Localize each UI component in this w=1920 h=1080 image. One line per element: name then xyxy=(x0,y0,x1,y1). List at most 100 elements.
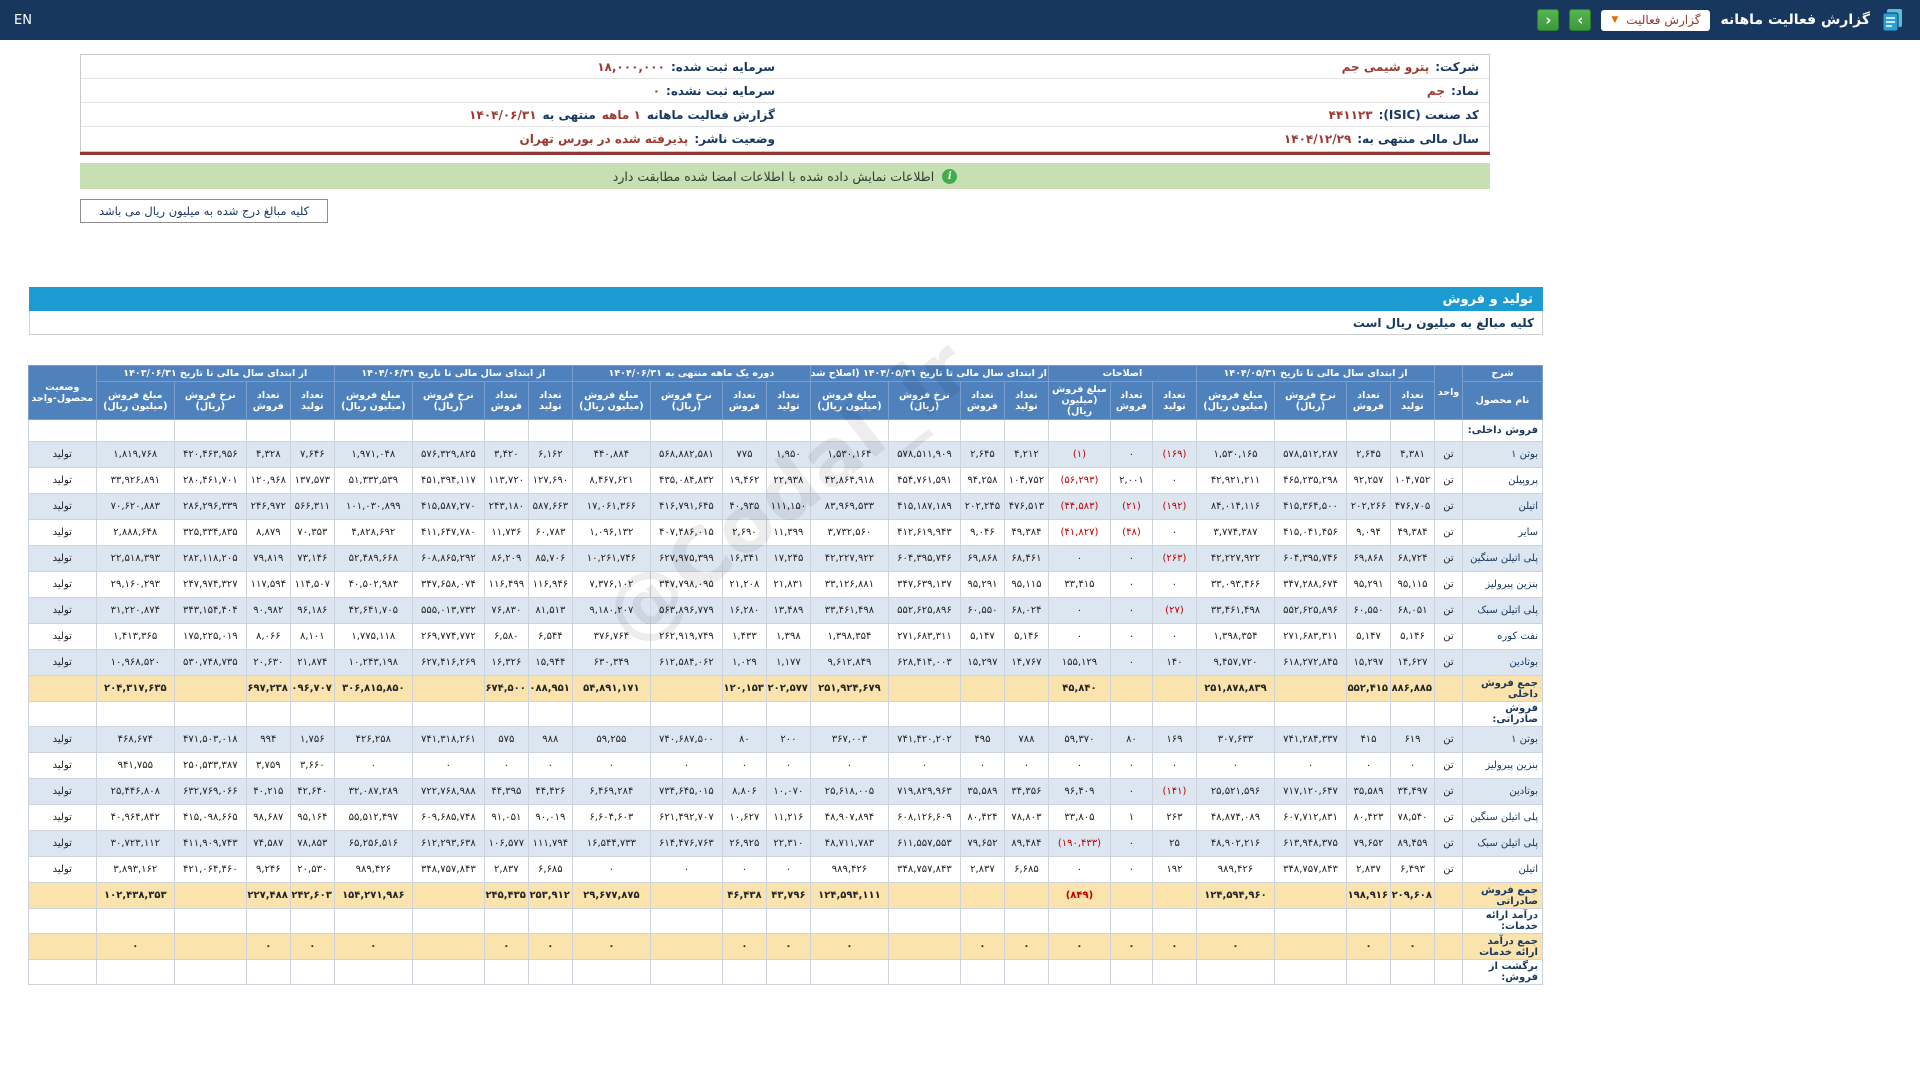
value-cell: ۱,۰۹۶,۱۳۲ xyxy=(572,520,650,546)
next-report-button[interactable]: › xyxy=(1569,9,1591,31)
value-cell: ۵۸۷,۶۶۳ xyxy=(528,494,572,520)
col-subheader: تعداد تولید xyxy=(528,382,572,420)
status-cell xyxy=(28,960,96,985)
production-table: شرحواحداز ابتدای سال مالی تا تاریخ ۱۴۰۴/… xyxy=(28,365,1543,985)
value-cell: ۴۲,۶۴۰ xyxy=(290,779,334,805)
info-label: وضعیت ناشر: xyxy=(694,132,775,146)
value-cell: ۲۵۱,۸۷۸,۸۳۹ xyxy=(1196,676,1274,702)
value-cell: ۷۸۸ xyxy=(1004,727,1048,753)
total-label-cell: جمع فروش داخلی xyxy=(1463,676,1543,702)
value-cell xyxy=(722,960,766,985)
value-cell xyxy=(412,420,484,442)
col-subheader: تعداد فروش xyxy=(1110,382,1152,420)
value-cell: ۴۳,۷۹۶ xyxy=(766,883,810,909)
value-cell: ۲۷۱,۶۸۳,۳۱۱ xyxy=(1275,624,1347,650)
value-cell: ۶۹,۸۶۸ xyxy=(1347,546,1391,572)
value-cell: ۱۰۱,۰۳۰,۸۹۹ xyxy=(334,494,412,520)
col-group-header: اصلاحات xyxy=(1048,366,1196,382)
value-cell: ۲۵ xyxy=(1152,831,1196,857)
value-cell xyxy=(650,883,722,909)
value-cell: ۹,۶۱۲,۸۴۹ xyxy=(810,650,888,676)
value-cell: ۹۶,۴۰۹ xyxy=(1048,779,1110,805)
value-cell: ۲۰۲,۵۷۷ xyxy=(766,676,810,702)
value-cell: (۵۶,۲۹۳) xyxy=(1048,468,1110,494)
value-cell: ۷۷۵ xyxy=(722,442,766,468)
value-cell: ۰ xyxy=(1110,650,1152,676)
info-label: شرکت: xyxy=(1435,60,1479,74)
value-cell xyxy=(1048,702,1110,727)
value-cell: ۱۰,۶۲۷ xyxy=(722,805,766,831)
value-cell: (۴۴,۵۸۳) xyxy=(1048,494,1110,520)
company-info-row: سال مالی منتهی به:۱۴۰۴/۱۲/۲۹وضعیت ناشر:پ… xyxy=(81,127,1489,151)
info-value: جم xyxy=(1427,84,1445,98)
value-cell: ۰ xyxy=(766,934,810,960)
value-cell xyxy=(1004,883,1048,909)
value-cell: ۰ xyxy=(484,934,528,960)
status-cell: تولید xyxy=(28,442,96,468)
value-cell: ۹۱,۰۵۱ xyxy=(484,805,528,831)
value-cell: ۹۶,۱۸۶ xyxy=(290,598,334,624)
value-cell: ۱۱,۷۳۶ xyxy=(484,520,528,546)
group-row: فروش صادراتی: xyxy=(28,702,1542,727)
value-cell xyxy=(484,420,528,442)
company-info-table: شرکت:پترو شیمی جمسرمایه ثبت شده:۱۸,۰۰۰,۰… xyxy=(80,54,1490,152)
product-name-cell: بوتن ۱ xyxy=(1463,727,1543,753)
value-cell: ۷۸,۸۵۳ xyxy=(290,831,334,857)
value-cell: ۷,۳۷۶,۱۰۲ xyxy=(572,572,650,598)
value-cell xyxy=(484,702,528,727)
report-icon xyxy=(1880,7,1906,33)
value-cell xyxy=(810,960,888,985)
value-cell: ۳,۴۲۰ xyxy=(484,442,528,468)
value-cell: ۳۴۸,۷۵۷,۸۴۳ xyxy=(888,857,960,883)
value-cell: ۵۵۲,۶۲۵,۸۹۶ xyxy=(888,598,960,624)
value-cell: ۳,۸۹۳,۱۶۲ xyxy=(96,857,174,883)
language-toggle[interactable]: EN xyxy=(14,13,32,28)
value-cell: ۴۵۴,۷۶۱,۵۹۱ xyxy=(888,468,960,494)
value-cell: ۴۰,۹۳۵ xyxy=(722,494,766,520)
value-cell xyxy=(174,934,246,960)
value-cell: ۹۲,۲۵۷ xyxy=(1347,468,1391,494)
value-cell: ۲۸۲,۱۱۸,۲۰۵ xyxy=(174,546,246,572)
value-cell: ۶۸,۷۲۴ xyxy=(1391,546,1435,572)
value-cell: ۰ xyxy=(1152,520,1196,546)
value-cell: ۲,۸۸۸,۶۴۸ xyxy=(96,520,174,546)
value-cell: ۹۸۹,۴۲۶ xyxy=(334,857,412,883)
status-cell: تولید xyxy=(28,650,96,676)
value-cell: ۳۳,۸۰۵ xyxy=(1048,805,1110,831)
col-subheader: نرخ فروش (ریال) xyxy=(888,382,960,420)
value-cell: ۰ xyxy=(722,857,766,883)
value-cell: ۴۸,۸۷۴,۰۸۹ xyxy=(1196,805,1274,831)
value-cell: ۰ xyxy=(1152,572,1196,598)
value-cell: ۷۱۹,۸۲۹,۹۶۳ xyxy=(888,779,960,805)
value-cell: ۱۱۳,۷۲۰ xyxy=(484,468,528,494)
value-cell: ۸۶,۲۰۹ xyxy=(484,546,528,572)
col-subheader: مبلغ فروش (میلیون ریال) xyxy=(1048,382,1110,420)
value-cell: ۷۴,۵۸۷ xyxy=(246,831,290,857)
value-cell: ۲۸۰,۴۶۱,۷۰۱ xyxy=(174,468,246,494)
prev-report-button[interactable]: ‹ xyxy=(1537,9,1559,31)
value-cell: ۸۵,۷۰۶ xyxy=(528,546,572,572)
value-cell: ۶۱۴,۴۷۶,۷۶۳ xyxy=(650,831,722,857)
group-label-cell: درآمد ارائه خدمات: xyxy=(1463,909,1543,934)
report-type-dropdown[interactable]: گزارش فعالیت ▼ xyxy=(1601,10,1710,31)
value-cell xyxy=(334,909,412,934)
value-cell xyxy=(412,883,484,909)
signature-notice: i اطلاعات نمایش داده شده با اطلاعات امضا… xyxy=(80,163,1490,189)
value-cell: ۶۲۷,۴۱۶,۲۶۹ xyxy=(412,650,484,676)
value-cell xyxy=(1048,909,1110,934)
value-cell xyxy=(1275,883,1347,909)
value-cell: ۵۲,۴۸۹,۶۶۸ xyxy=(334,546,412,572)
unit-cell xyxy=(1435,934,1463,960)
group-row: درآمد ارائه خدمات: xyxy=(28,909,1542,934)
section-title-bar: تولید و فروش xyxy=(29,287,1543,311)
value-cell: ۱,۰۸۸,۹۵۱ xyxy=(528,676,572,702)
info-label: سرمایه ثبت شده: xyxy=(671,60,775,74)
value-cell: ۳۵,۵۸۹ xyxy=(960,779,1004,805)
value-cell: ۲۴۶,۹۷۲ xyxy=(246,494,290,520)
value-cell: ۴۶,۴۳۸ xyxy=(722,883,766,909)
value-cell: ۴۲۰,۴۶۳,۹۵۶ xyxy=(174,442,246,468)
value-cell: ۱۴,۷۶۷ xyxy=(1004,650,1048,676)
value-cell: ۲۰۲,۲۶۶ xyxy=(1347,494,1391,520)
value-cell: ۶۷۴,۵۰۰ xyxy=(484,676,528,702)
production-section: تولید و فروش کلیه مبالغ به میلیون ریال ا… xyxy=(29,287,1543,985)
